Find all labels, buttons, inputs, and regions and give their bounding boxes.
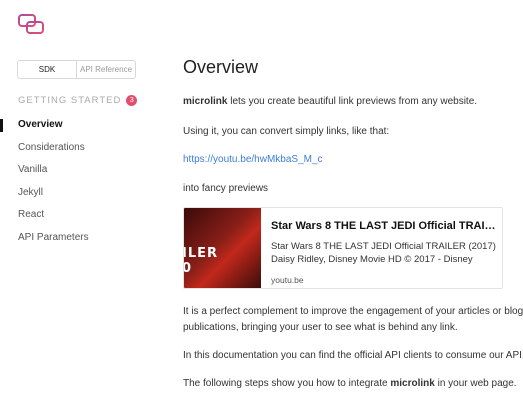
steps-paragraph: The following steps show you how to inte… bbox=[183, 378, 517, 389]
sidebar-item-overview[interactable]: Overview bbox=[0, 114, 150, 137]
microlink-logo-icon[interactable] bbox=[18, 14, 44, 34]
sidebar-item-considerations[interactable]: Considerations bbox=[0, 137, 150, 160]
tab-sdk[interactable]: SDK bbox=[18, 61, 76, 78]
using-paragraph: Using it, you can convert simply links, … bbox=[183, 126, 390, 137]
intro-paragraph: microlink lets you create beautiful link… bbox=[183, 96, 477, 107]
sidebar-item-react[interactable]: React bbox=[0, 204, 150, 227]
brand-name: microlink bbox=[183, 96, 228, 107]
preview-title: Star Wars 8 THE LAST JEDI Official TRAIL… bbox=[271, 220, 501, 232]
section-getting-started[interactable]: GETTING STARTED 3 bbox=[18, 95, 138, 106]
preview-body: Star Wars 8 THE LAST JEDI Official TRAIL… bbox=[261, 208, 501, 288]
example-link[interactable]: https://youtu.be/hwMkbaS_M_c bbox=[183, 154, 323, 165]
complement-line-1: It is a perfect complement to improve th… bbox=[183, 306, 523, 317]
sidebar-nav: Overview Considerations Vanilla Jekyll R… bbox=[0, 114, 150, 250]
intro-text: lets you create beautiful link previews … bbox=[227, 96, 478, 107]
preview-thumbnail: ILER 0 bbox=[184, 208, 261, 288]
page-title: Overview bbox=[183, 57, 259, 77]
tab-api-reference[interactable]: API Reference bbox=[76, 61, 135, 78]
preview-description: Star Wars 8 THE LAST JEDI Official TRAIL… bbox=[271, 241, 496, 265]
preview-url: youtu.be bbox=[271, 275, 304, 285]
link-preview-card[interactable]: ILER 0 Star Wars 8 THE LAST JEDI Officia… bbox=[183, 207, 503, 289]
sidebar-item-api-parameters[interactable]: API Parameters bbox=[0, 227, 150, 250]
count-badge: 3 bbox=[126, 95, 138, 106]
thumbnail-text: ILER 0 bbox=[183, 246, 219, 276]
sidebar-item-jekyll[interactable]: Jekyll bbox=[0, 182, 150, 205]
sidebar: SDK API Reference GETTING STARTED 3 Over… bbox=[0, 0, 150, 418]
section-title: GETTING STARTED bbox=[18, 95, 122, 106]
complement-line-2: publications, bringing your user to see … bbox=[183, 322, 458, 333]
documentation-paragraph: In this documentation you can find the o… bbox=[183, 350, 523, 361]
sdk-api-tabs: SDK API Reference bbox=[17, 60, 136, 79]
into-paragraph: into fancy previews bbox=[183, 183, 269, 194]
brand-name: microlink bbox=[390, 378, 435, 389]
sidebar-item-vanilla[interactable]: Vanilla bbox=[0, 159, 150, 182]
